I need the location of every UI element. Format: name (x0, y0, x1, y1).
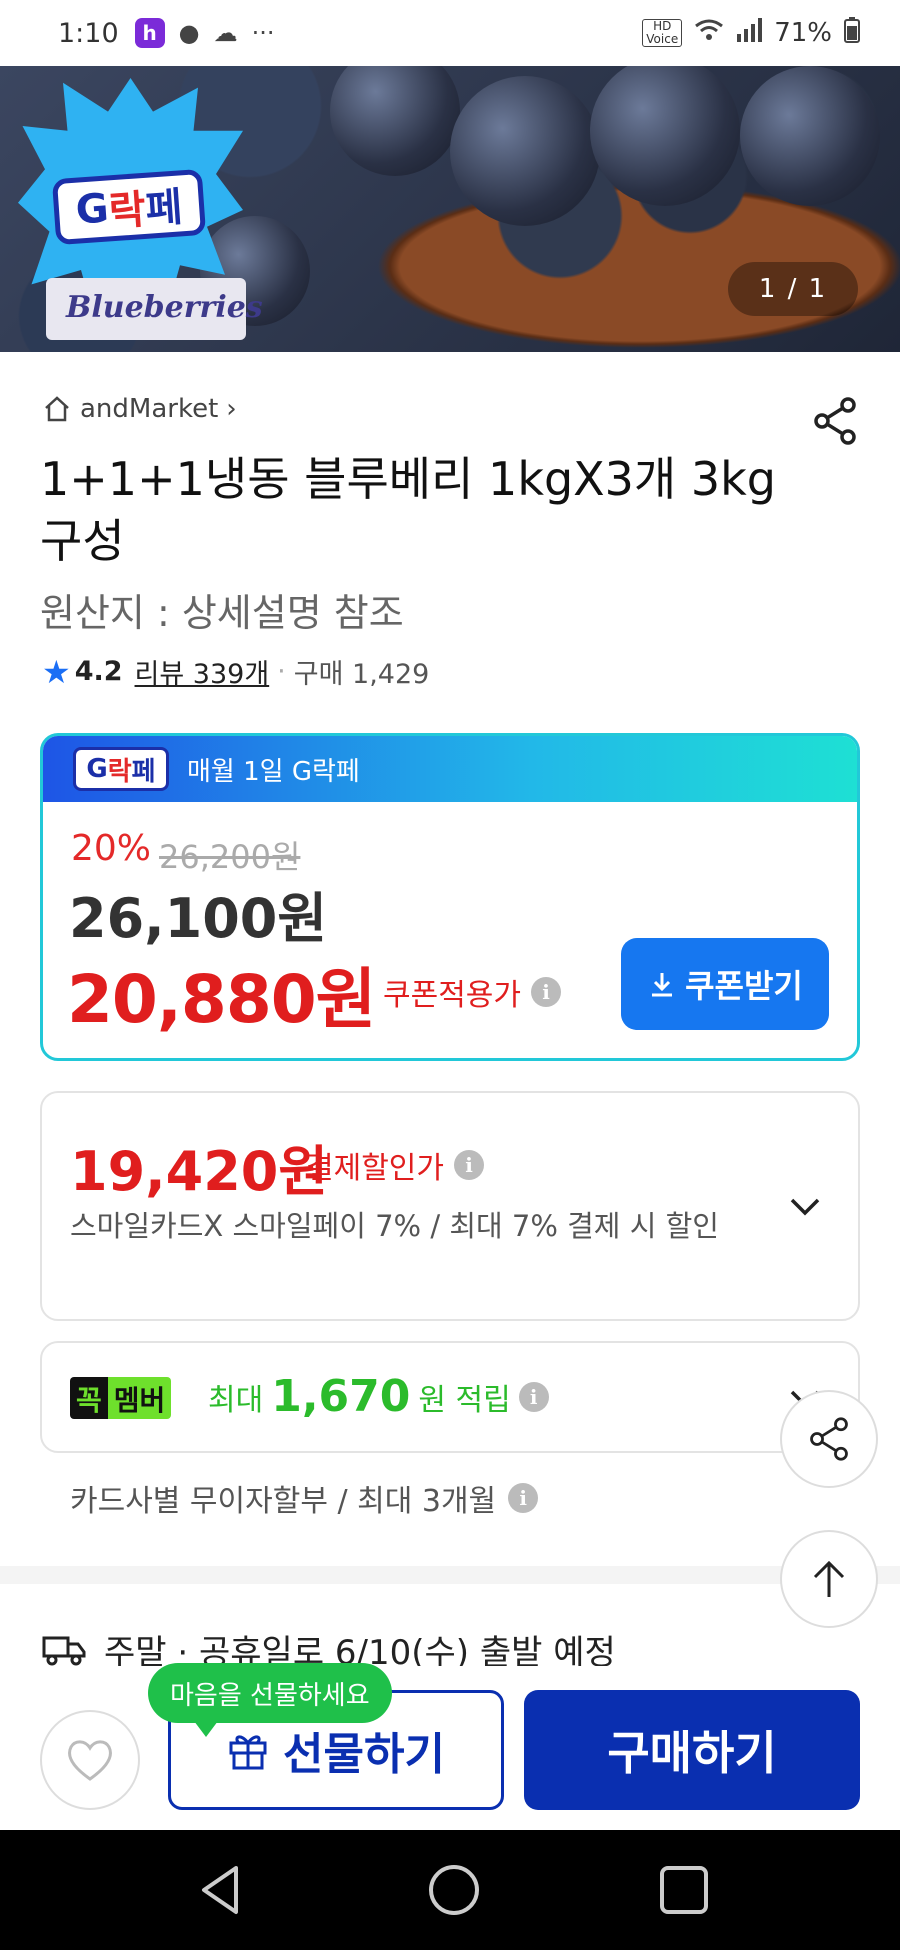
battery-icon (844, 16, 860, 50)
promo-header: G락페 매월 1일 G락페 (43, 736, 857, 802)
price-box: G락페 매월 1일 G락페 20% 26,200원 26,100원 20,880… (40, 733, 860, 1061)
discount-rate: 20% (71, 828, 152, 869)
scroll-top-button[interactable] (780, 1530, 878, 1628)
g-rakpe-logo: G락페 (73, 747, 169, 791)
buy-button[interactable]: 구매하기 (524, 1690, 860, 1810)
share-icon[interactable] (812, 396, 858, 446)
original-price: 26,200원 (159, 838, 301, 876)
status-bar: 1:10 h ● ☁ ··· HD Voice 71% (0, 0, 900, 66)
member-badge: 꼭 멤버 (70, 1377, 172, 1419)
sale-price: 26,100원 (69, 887, 328, 950)
cloud-icon: ☁ (213, 19, 238, 47)
hd-voice-icon: HD Voice (642, 19, 683, 47)
arrow-up-icon (813, 1560, 845, 1597)
wishlist-button[interactable] (40, 1710, 140, 1810)
g-rakpe-badge: G락페 Blueberries (18, 78, 263, 343)
member-prefix: 최대 (208, 1382, 264, 1418)
store-name: andMarket (80, 394, 219, 424)
info-icon[interactable]: i (531, 977, 561, 1007)
back-icon[interactable] (192, 1860, 252, 1920)
member-reward-card[interactable]: 꼭 멤버 최대 1,670 원 적립 i (40, 1341, 860, 1453)
rating-score: 4.2 (74, 656, 123, 687)
floating-share-button[interactable] (780, 1390, 878, 1488)
signal-icon (736, 17, 763, 49)
home-icon (45, 396, 69, 422)
member-reward-text: 최대 1,670 원 적립 i (208, 1371, 549, 1422)
separator-dot: · (277, 656, 286, 687)
wifi-icon (694, 18, 724, 49)
info-icon[interactable]: i (508, 1483, 539, 1513)
payment-discount-card[interactable]: 19,420원 결제할인가 i 스마일카드X 스마일페이 7% / 최대 7% … (40, 1091, 860, 1321)
image-counter: 1 / 1 (728, 262, 858, 316)
member-badge-part: 꼭 (70, 1377, 108, 1419)
coupon-price: 20,880원 (67, 961, 376, 1038)
battery-level: 71% (774, 18, 832, 48)
more-notifications-icon: ··· (251, 19, 275, 47)
g-rakpe-logo: G락페 (51, 168, 207, 246)
heart-icon (67, 1740, 113, 1781)
chevron-right-icon: › (226, 394, 237, 424)
product-origin: 원산지 : 상세설명 참조 (40, 591, 404, 635)
gift-tooltip: 마음을 선물하세요 (148, 1663, 392, 1737)
truck-icon (42, 1636, 86, 1665)
purchase-count: 구매 1,429 (293, 659, 430, 690)
chevron-down-icon[interactable] (788, 1189, 822, 1223)
info-icon[interactable]: i (518, 1381, 549, 1412)
gift-button-label: 선물하기 (283, 1729, 445, 1780)
recents-icon[interactable] (654, 1860, 714, 1920)
member-suffix: 원 적립 (418, 1382, 511, 1418)
info-icon[interactable]: i (454, 1150, 484, 1180)
coupon-price-label: 쿠폰적용가 i (383, 970, 561, 1014)
payment-price: 19,420원 (70, 1140, 329, 1203)
payment-price-label: 결제할인가 i (306, 1143, 484, 1187)
system-nav-bar (0, 1830, 900, 1950)
gift-icon (229, 1735, 267, 1770)
review-link[interactable]: 리뷰 339개 (135, 652, 270, 691)
notification-icon: ● (178, 19, 200, 47)
member-badge-part: 멤버 (107, 1377, 172, 1419)
product-image[interactable]: G락페 Blueberries 1 / 1 (0, 66, 900, 352)
clock: 1:10 (58, 17, 119, 49)
star-icon: ★ (42, 652, 71, 691)
rating-row: ★ 4.2 리뷰 339개 · 구매 1,429 (42, 652, 429, 691)
section-divider (0, 1566, 900, 1584)
share-icon (810, 1417, 848, 1461)
coupon-label-text: 쿠폰적용가 (383, 978, 521, 1013)
product-title: 1+1+1냉동 블루베리 1kgX3개 3kg 구성 (40, 452, 776, 568)
payment-label-text: 결제할인가 (306, 1151, 444, 1186)
coupon-button-label: 쿠폰받기 (685, 967, 803, 1005)
blueberries-label: Blueberries (46, 278, 263, 340)
home-nav-icon[interactable] (424, 1860, 484, 1920)
member-amount: 1,670 (271, 1371, 411, 1422)
payment-description: 스마일카드X 스마일페이 7% / 최대 7% 결제 시 할인 (70, 1209, 719, 1243)
installment-info: 카드사별 무이자할부 / 최대 3개월 i (70, 1476, 539, 1520)
coupon-download-button[interactable]: 쿠폰받기 (621, 938, 829, 1030)
download-icon (652, 973, 673, 997)
promo-text: 매월 1일 G락페 (187, 756, 360, 787)
store-link[interactable]: andMarket › (42, 394, 237, 424)
app-notification-icon: h (134, 18, 165, 48)
bottom-action-bar: 선물하기 구매하기 (0, 1666, 900, 1830)
installment-text: 카드사별 무이자할부 / 최대 3개월 (70, 1484, 497, 1519)
